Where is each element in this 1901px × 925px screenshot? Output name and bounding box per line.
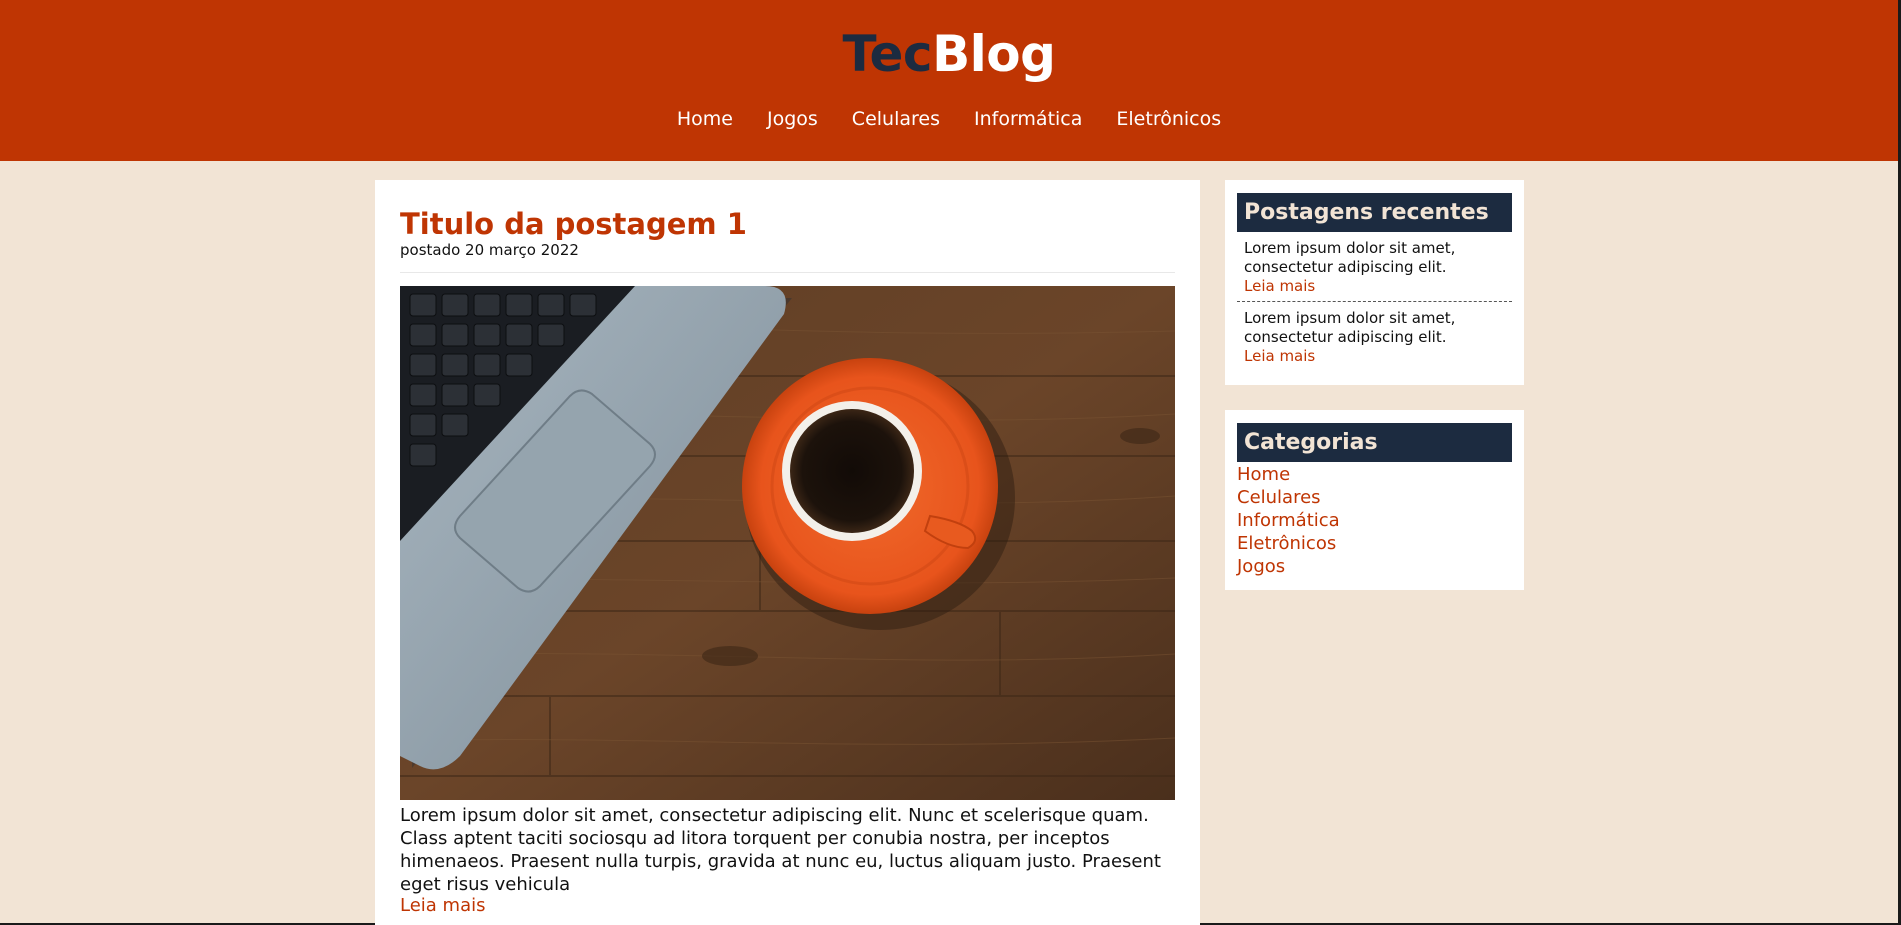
nav-item-informatica[interactable]: Informática	[957, 105, 1099, 133]
logo-part-tec: Tec	[842, 25, 933, 83]
post-read-more-link[interactable]: Leia mais	[400, 894, 485, 917]
category-item: Eletrônicos	[1237, 532, 1340, 555]
categories-title: Categorias	[1237, 423, 1512, 462]
category-link-celulares[interactable]: Celulares	[1237, 486, 1340, 509]
recent-post-divider	[1237, 301, 1512, 302]
site-header: TecBlog Home Jogos Celulares Informática…	[0, 0, 1898, 161]
blog-post: Titulo da postagem 1 postado 20 março 20…	[375, 180, 1200, 925]
post-image	[400, 286, 1175, 800]
logo-part-blog: Blog	[932, 25, 1056, 83]
recent-posts-widget: Postagens recentes Lorem ipsum dolor sit…	[1225, 180, 1524, 385]
recent-post-read-more-link[interactable]: Leia mais	[1244, 347, 1512, 366]
categories-list: Home Celulares Informática Eletrônicos J…	[1237, 463, 1340, 578]
recent-post-item: Lorem ipsum dolor sit amet, consectetur …	[1237, 239, 1512, 296]
nav-item-celulares[interactable]: Celulares	[835, 105, 957, 133]
category-item: Informática	[1237, 509, 1340, 532]
post-title[interactable]: Titulo da postagem 1	[400, 206, 747, 242]
post-excerpt: Lorem ipsum dolor sit amet, consectetur …	[400, 805, 1161, 895]
nav-item-eletronicos[interactable]: Eletrônicos	[1099, 105, 1238, 133]
categories-widget: Categorias Home Celulares Informática El…	[1225, 410, 1524, 590]
category-link-jogos[interactable]: Jogos	[1237, 555, 1340, 578]
recent-post-text: Lorem ipsum dolor sit amet, consectetur …	[1244, 239, 1456, 276]
nav-item-home[interactable]: Home	[660, 105, 750, 133]
site-logo[interactable]: TecBlog	[0, 24, 1898, 84]
post-date: postado 20 março 2022	[400, 241, 579, 259]
main-nav: Home Jogos Celulares Informática Eletrôn…	[0, 105, 1898, 133]
recent-post-item: Lorem ipsum dolor sit amet, consectetur …	[1237, 309, 1512, 366]
nav-item-jogos[interactable]: Jogos	[750, 105, 835, 133]
category-item: Celulares	[1237, 486, 1340, 509]
category-item: Home	[1237, 463, 1340, 486]
category-item: Jogos	[1237, 555, 1340, 578]
category-link-informatica[interactable]: Informática	[1237, 509, 1340, 532]
recent-posts-title: Postagens recentes	[1237, 193, 1512, 232]
recent-post-read-more-link[interactable]: Leia mais	[1244, 277, 1512, 296]
post-divider	[400, 272, 1175, 273]
category-link-home[interactable]: Home	[1237, 463, 1340, 486]
recent-post-text: Lorem ipsum dolor sit amet, consectetur …	[1244, 309, 1456, 346]
category-link-eletronicos[interactable]: Eletrônicos	[1237, 532, 1340, 555]
